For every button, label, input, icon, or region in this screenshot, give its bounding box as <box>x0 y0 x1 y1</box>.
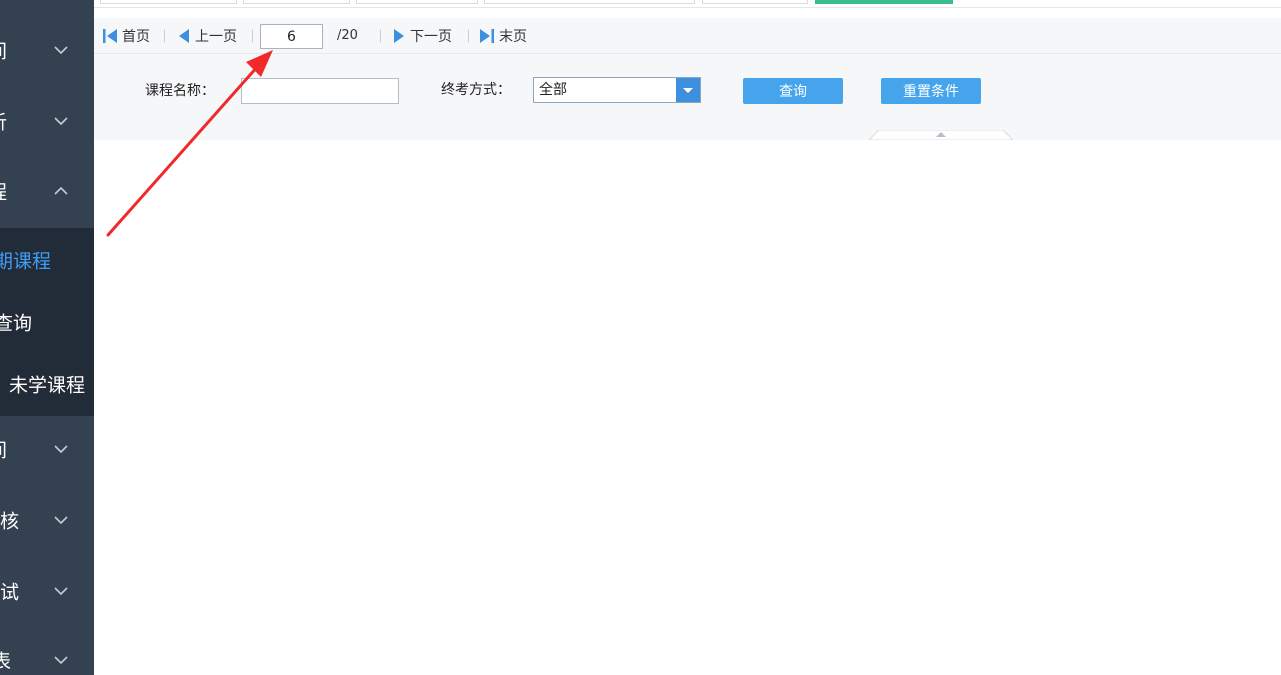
chevron-down-icon <box>54 516 68 525</box>
sidebar-item-7[interactable]: 表 <box>0 630 94 675</box>
sidebar-item-2[interactable]: 析 <box>0 91 94 151</box>
sidebar-item-label: 间 <box>0 436 7 463</box>
next-page-button[interactable]: 下一页 <box>392 18 452 54</box>
course-name-input[interactable] <box>241 78 399 104</box>
submenu-item-unlearned-courses[interactable]: 未学课程 <box>0 354 94 414</box>
tab-2[interactable] <box>243 0 350 4</box>
sidebar-submenu: 期课程 查询 未学课程 <box>0 228 94 416</box>
sidebar-item-label: 表 <box>0 650 12 673</box>
submenu-item-label: 期课程 <box>0 250 52 273</box>
tab-5[interactable] <box>702 0 808 4</box>
tab-strip <box>94 0 1281 8</box>
chevron-down-icon <box>54 117 68 126</box>
arrow-right-icon <box>394 29 404 43</box>
course-name-label: 课程名称： <box>145 83 215 99</box>
reset-button[interactable]: 重置条件 <box>881 78 981 104</box>
divider <box>468 30 469 42</box>
exam-mode-label: 终考方式： <box>441 82 511 98</box>
app-window: 间 析 程 期课程 查询 未学课程 间 核 <box>0 0 1281 675</box>
first-page-button[interactable]: 首页 <box>102 18 150 54</box>
pagination-bar: 首页 上一页 /20 下一页 末页 <box>94 18 1281 54</box>
caret-down-icon <box>683 88 693 93</box>
chevron-down-icon <box>54 587 68 596</box>
sidebar-item-5[interactable]: 核 <box>0 490 94 550</box>
sidebar-item-label: 核 <box>0 510 20 533</box>
chevron-down-icon <box>54 46 68 55</box>
sidebar-item-6[interactable]: 试 <box>0 561 94 621</box>
collapse-toggle-icon[interactable] <box>869 130 1013 140</box>
sidebar-item-label: 试 <box>0 581 20 604</box>
submenu-item-label: 未学课程 <box>9 374 86 397</box>
tab-4[interactable] <box>484 0 695 4</box>
divider <box>380 30 381 42</box>
content-panel: 首页 上一页 /20 下一页 末页 课程名称： 终考方式： <box>94 18 1281 140</box>
sidebar-item-label: 析 <box>0 108 7 135</box>
submenu-item-current-courses[interactable]: 期课程 <box>0 230 94 290</box>
submenu-item-label: 查询 <box>0 312 33 335</box>
page-number-input[interactable] <box>260 24 323 49</box>
divider <box>252 30 253 42</box>
dropdown-toggle[interactable] <box>676 78 700 102</box>
first-page-label: 首页 <box>122 29 150 45</box>
sidebar-item-label: 间 <box>0 37 7 64</box>
chevron-down-icon <box>54 445 68 454</box>
sidebar-item-1[interactable]: 间 <box>0 20 94 80</box>
chevron-up-icon <box>54 186 68 195</box>
next-page-label: 下一页 <box>410 29 452 45</box>
exam-mode-select[interactable]: 全部 <box>533 77 701 103</box>
sidebar-item-label: 程 <box>0 178 7 205</box>
arrow-left-icon <box>179 29 189 43</box>
prev-page-label: 上一页 <box>195 29 237 45</box>
last-page-label: 末页 <box>499 29 527 45</box>
last-page-button[interactable]: 末页 <box>479 18 527 54</box>
search-button[interactable]: 查询 <box>743 78 843 104</box>
tab-1[interactable] <box>100 0 237 4</box>
prev-page-button[interactable]: 上一页 <box>177 18 237 54</box>
tab-active[interactable] <box>815 0 953 4</box>
first-page-icon <box>103 29 117 43</box>
submenu-item-query[interactable]: 查询 <box>0 292 94 352</box>
sidebar-item-4[interactable]: 间 <box>0 419 94 479</box>
last-page-icon <box>480 29 494 43</box>
sidebar-item-courses[interactable]: 程 <box>0 161 94 221</box>
sidebar: 间 析 程 期课程 查询 未学课程 间 核 <box>0 0 94 675</box>
exam-mode-value: 全部 <box>539 82 567 98</box>
chevron-down-icon <box>54 656 68 665</box>
divider <box>164 30 165 42</box>
tab-3[interactable] <box>356 0 478 4</box>
page-total: /20 <box>337 28 358 43</box>
